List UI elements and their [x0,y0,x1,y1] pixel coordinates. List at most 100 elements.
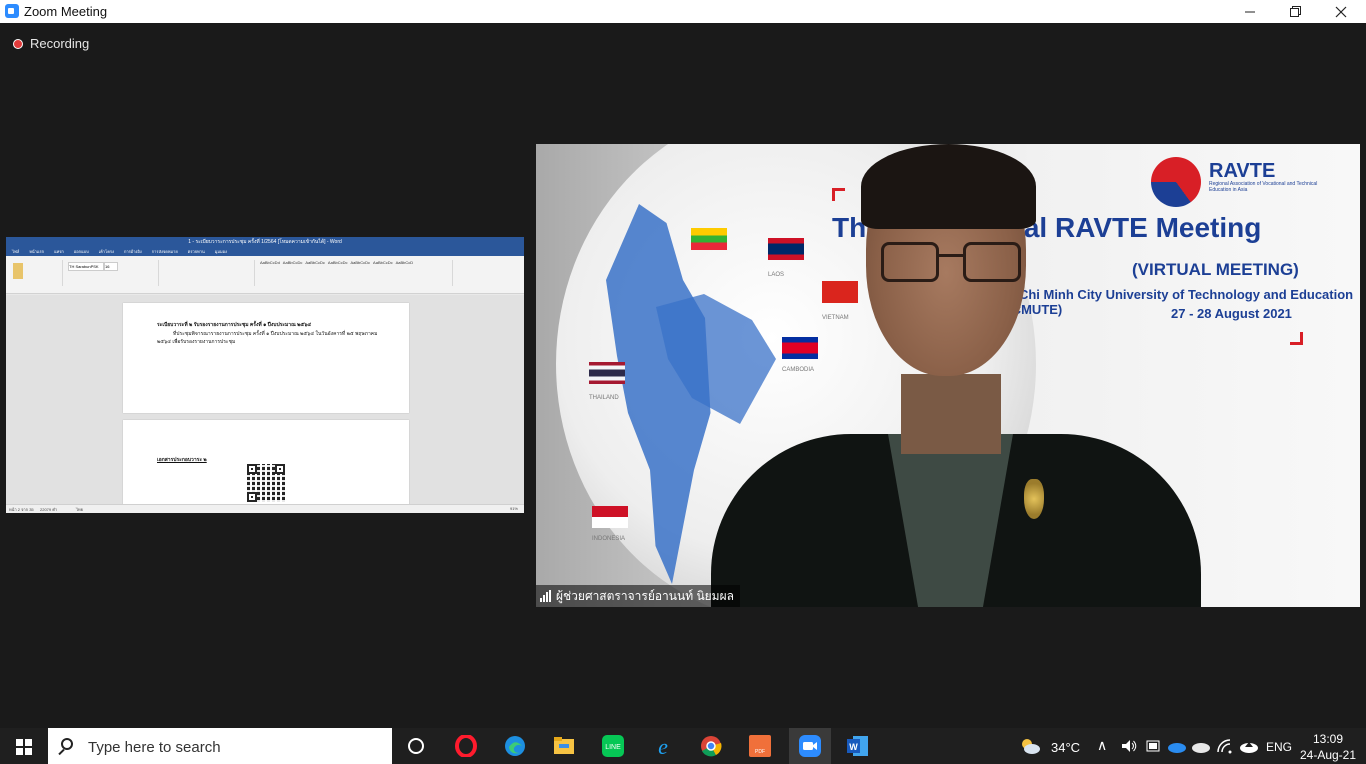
signal-strength-icon [540,590,551,602]
style-item: AaBbCcD [395,260,414,265]
laos-flag [768,238,804,260]
battery-icon [1146,740,1160,752]
participant-hair [861,144,1036,229]
flag-label: LAOS [768,272,785,278]
chrome-button[interactable] [699,734,723,758]
page1-line3: ๒๕๖๔ เพื่อรับรองรายงานการประชุม [157,339,236,345]
recording-indicator[interactable]: Recording [13,36,89,51]
flag-label: CAMBODIA [782,367,815,373]
word-document-area: ระเบียบวาระที่ ๒ รับรองรายงานการประชุม ค… [6,295,524,510]
corner-bracket [832,188,845,201]
restore-button[interactable] [1272,0,1318,23]
volume-button[interactable] [1117,734,1141,758]
ravte-logo [1151,157,1201,207]
taskbar-clock[interactable]: 13:09 24-Aug-21 [1296,731,1360,763]
thailand-flag [589,362,625,384]
status-page: หน้า 2 จาก 35 [9,507,34,512]
weather-button[interactable] [1018,734,1042,758]
onedrive-button[interactable] [1165,734,1189,758]
word-tab: การส่งจดหมาย [151,249,178,254]
qr-code [247,464,285,502]
indonesia-flag [592,506,628,528]
ravte-logo-text: RAVTE [1209,160,1276,182]
word-ribbon: TH SarabunPSK 16 AaBbCcDd AaBbCcDc AaBbC… [6,256,524,294]
shared-screen[interactable]: 1 - ระเบียบวาระการประชุม ครั้งที่ 1/2564… [6,237,524,513]
network-button[interactable] [1213,734,1237,758]
taskbar-search[interactable]: Type here to search [48,728,392,764]
windows-taskbar: Type here to search LINE e PDF W 34°C ∧ [0,728,1366,764]
close-button[interactable] [1318,0,1364,23]
cloud-upload-icon [1240,742,1258,753]
internet-explorer-icon: e [658,735,668,757]
onedrive-white-icon [1192,743,1210,753]
wifi-icon [1217,739,1232,754]
zoom-icon [799,735,821,757]
cambodia-flag [782,337,818,359]
battery-button[interactable] [1141,734,1165,758]
onedrive-personal-button[interactable] [1189,734,1213,758]
internet-explorer-button[interactable]: e [651,734,675,758]
style-item: AaBbCcDc [305,260,325,265]
opera-button[interactable] [454,734,478,758]
status-words: 22079 คำ [40,507,58,512]
corner-bracket [1290,332,1303,345]
style-item: AaBbCcDc [327,260,348,265]
page1-heading: ระเบียบวาระที่ ๒ รับรองรายงานการประชุม ค… [157,322,312,328]
input-language[interactable]: ENG [1266,740,1292,754]
participant-name: ผู้ช่วยศาสตราจารย์อานนท์ นิยมผล [556,588,734,603]
word-tab: เค้าโครง [98,249,114,254]
clock-time: 13:09 [1312,732,1344,746]
search-icon [61,738,73,750]
myanmar-flag [691,228,727,250]
word-tab: การอ้างอิง [123,249,142,254]
ravte-logo-subtitle: Regional Association of Vocational and T… [1209,181,1318,193]
zoom-taskbar-button[interactable] [789,728,831,764]
clipboard-group [10,260,63,286]
zoom-app-icon [5,4,19,18]
participant-name-bar: ผู้ช่วยศาสตราจารย์อานนท์ นิยมผล [536,585,740,607]
word-tab: ตรวจทาน [187,249,205,254]
word-icon: W [847,736,868,756]
participant-glasses [881,242,1026,284]
edge-icon [505,736,525,756]
svg-text:W: W [849,742,858,752]
word-taskbar-button[interactable]: W [846,734,870,758]
svg-text:PDF: PDF [755,749,765,755]
opera-icon [455,735,477,757]
pdf-icon: PDF [749,735,771,757]
task-view-button[interactable] [404,734,428,758]
upload-button[interactable] [1237,734,1261,758]
word-tab: ออกแบบ [73,249,89,254]
weather-partly-cloudy-icon [1022,739,1040,754]
participant-video-tile[interactable]: LAOS VIETNAM THAILAND CAMBODIA INDONESIA… [536,144,1360,607]
foxit-pdf-button[interactable]: PDF [748,734,772,758]
clock-date: 24-Aug-21 [1299,748,1357,762]
file-explorer-button[interactable] [552,734,576,758]
task-view-icon [408,738,424,754]
svg-text:LINE: LINE [605,744,621,751]
word-window-title: 1 - ระเบียบวาระการประชุม ครั้งที่ 1/2564… [6,237,524,247]
style-item: AaBbCcDc [373,260,393,265]
recording-icon [13,38,23,49]
weather-temperature[interactable]: 34°C [1051,740,1080,755]
meeting-subtitle: (VIRTUAL MEETING) [1132,260,1299,279]
word-tab: มุมมอง [214,249,227,254]
participant-neck [901,374,1001,454]
restore-icon [1289,6,1301,17]
style-item: AaBbCcDd [260,260,280,265]
edge-button[interactable] [503,734,527,758]
window-titlebar: Zoom Meeting [0,0,1366,23]
start-button[interactable] [16,739,32,755]
chrome-icon [701,736,722,757]
line-button[interactable]: LINE [601,734,625,758]
word-tab: แทรก [54,249,64,254]
style-item: AaBbCcDc [350,260,371,265]
volume-icon [1122,740,1137,752]
minimize-button[interactable] [1227,0,1273,23]
line-icon: LINE [602,735,624,757]
font-size-box: 16 [104,262,118,271]
word-status-bar: หน้า 2 จาก 35 22079 คำ ไทย 91% [6,504,524,513]
show-hidden-icons-chevron-icon[interactable]: ∧ [1097,737,1107,754]
flag-label: THAILAND [589,395,619,401]
search-placeholder: Type here to search [88,739,221,756]
